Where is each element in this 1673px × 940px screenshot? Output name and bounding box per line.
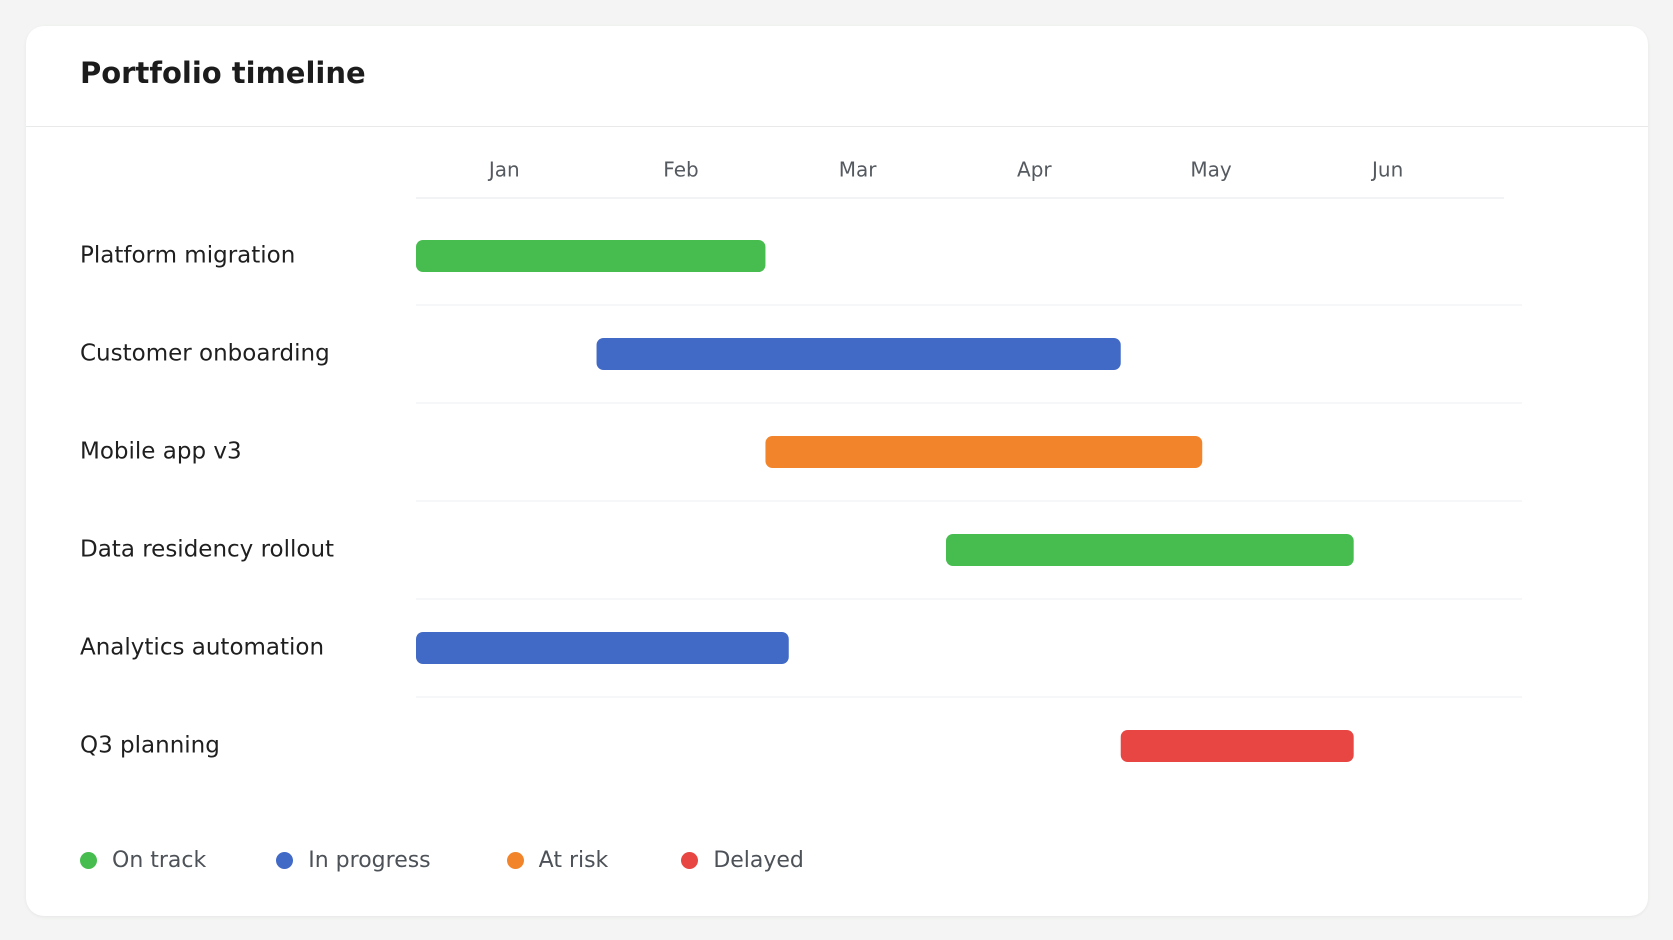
bar-analytics-automation[interactable] <box>416 632 789 664</box>
legend-item-at-risk: At risk <box>506 848 609 873</box>
legend-dot-icon <box>276 852 294 869</box>
bar-mobile-app-v3[interactable] <box>765 436 1203 468</box>
legend-label: At risk <box>538 848 609 873</box>
bar-platform-migration[interactable] <box>416 240 766 272</box>
legend-dot-icon <box>506 852 524 869</box>
legend-item-in-progress: In progress <box>276 848 431 873</box>
legend-item-on-track: On track <box>80 848 206 873</box>
month-label-may: May <box>1190 158 1232 182</box>
row-label-mobile-app-v3: Mobile app v3 <box>80 439 242 465</box>
row-label-platform-migration: Platform migration <box>80 243 295 269</box>
bar-data-residency-rollout[interactable] <box>946 534 1354 566</box>
legend-dot-icon <box>80 852 97 869</box>
row-label-customer-onboarding: Customer onboarding <box>80 341 330 367</box>
legend-label: Delayed <box>713 848 804 873</box>
timeline-card: Portfolio timeline Jan Feb Mar Apr May Jun Pla… <box>26 26 1648 916</box>
legend-label: On track <box>112 848 207 873</box>
chart-legend: On track In progress At risk Delayed <box>80 848 874 873</box>
month-label-apr: Apr <box>1017 158 1052 182</box>
legend-dot-icon <box>681 852 699 869</box>
bar-customer-onboarding[interactable] <box>596 338 1121 370</box>
row-label-data-residency-rollout: Data residency rollout <box>80 537 334 563</box>
bar-q3-planning[interactable] <box>1120 730 1354 762</box>
month-label-jun: Jun <box>1370 158 1403 182</box>
row-label-q3-planning: Q3 planning <box>80 733 220 759</box>
month-label-jan: Jan <box>487 158 520 182</box>
row-label-analytics-automation: Analytics automation <box>80 635 324 661</box>
legend-label: In progress <box>308 848 431 873</box>
timeline-chart: Jan Feb Mar Apr May Jun Platform migration Cust… <box>80 158 1522 762</box>
month-label-mar: Mar <box>839 158 878 182</box>
month-label-feb: Feb <box>663 158 698 182</box>
legend-item-delayed: Delayed <box>681 848 804 873</box>
